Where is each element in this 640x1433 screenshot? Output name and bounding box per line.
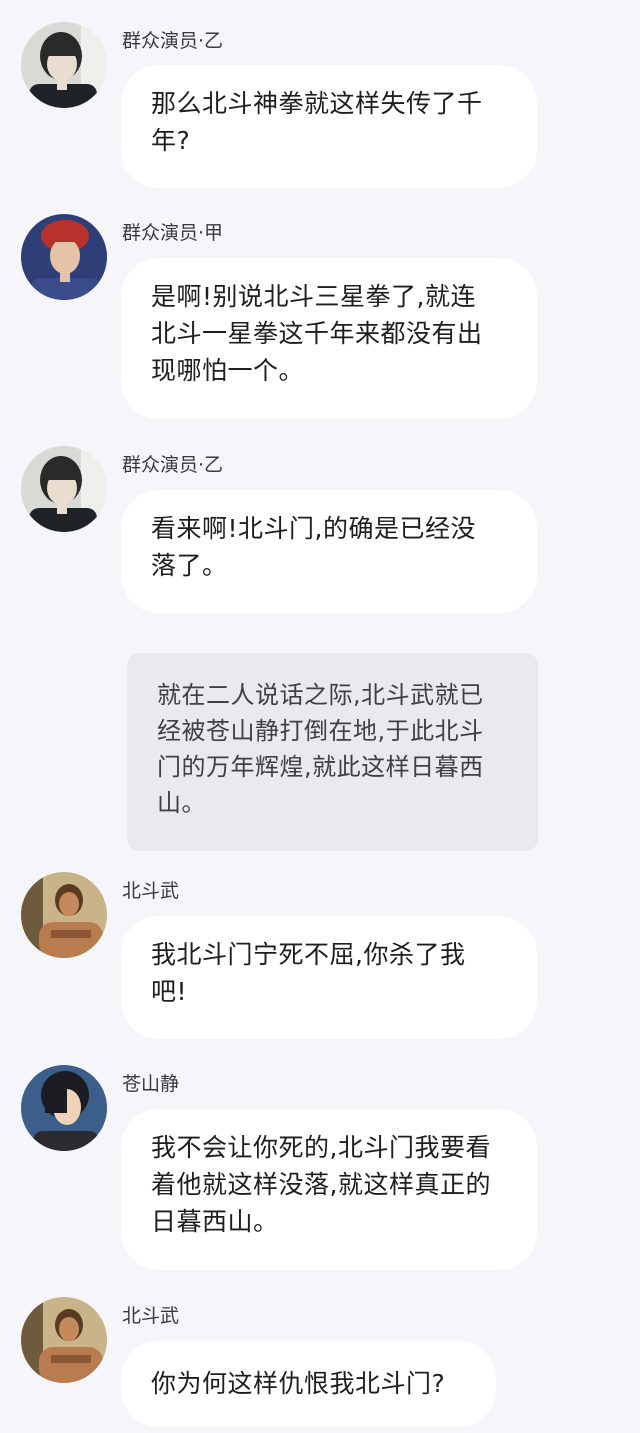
student-avatar-icon[interactable] [21,22,107,108]
speaker-name: 苍山静 [122,1073,180,1095]
chat-log: 群众演员·乙 那么北斗神拳就这样失传了千年? 群众演员·甲 是啊!别说北斗三星拳… [0,0,640,1433]
message-bubble: 你为何这样仇恨我北斗门? [121,1341,496,1427]
message-bubble: 那么北斗神拳就这样失传了千年? [121,65,537,188]
message-bubble: 是啊!别说北斗三星拳了,就连北斗一星拳这千年来都没有出现哪怕一个。 [121,258,537,419]
message-bubble: 看来啊!北斗门,的确是已经没落了。 [121,490,537,613]
dark-hair-avatar-icon[interactable] [21,1065,107,1151]
message-bubble: 我不会让你死的,北斗门我要看着他就这样没落,就这样真正的日暮西山。 [121,1109,537,1270]
message-bubble: 我北斗门宁死不屈,你杀了我吧! [121,916,537,1039]
speaker-name: 群众演员·乙 [122,30,224,52]
fighter-avatar-icon[interactable] [21,872,107,958]
speaker-name: 群众演员·甲 [122,222,224,244]
speaker-name: 北斗武 [122,880,180,902]
speaker-name: 群众演员·乙 [122,454,224,476]
red-hair-avatar-icon[interactable] [21,214,107,300]
student-avatar-icon[interactable] [21,446,107,532]
speaker-name: 北斗武 [122,1305,180,1327]
fighter-avatar-icon[interactable] [21,1297,107,1383]
narration-box: 就在二人说话之际,北斗武就已经被苍山静打倒在地,于此北斗门的万年辉煌,就此这样日… [127,653,538,851]
